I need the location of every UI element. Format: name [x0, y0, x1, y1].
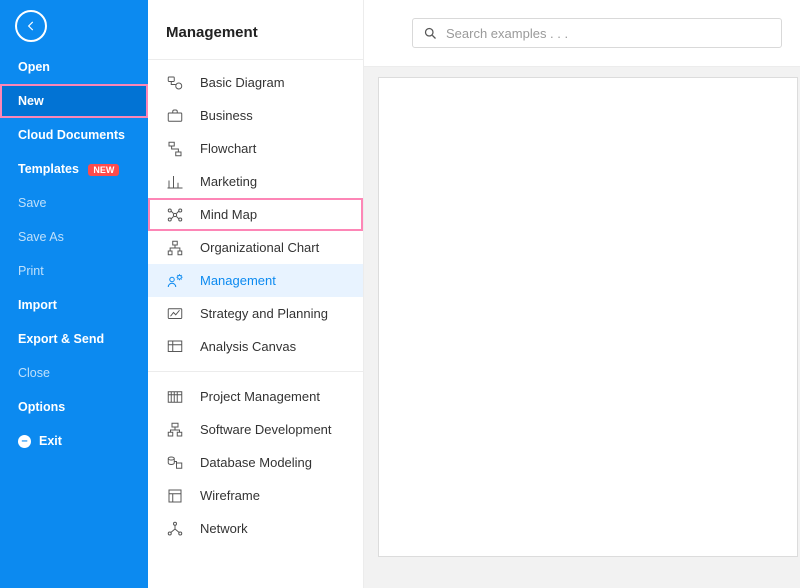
category-item-database-modeling[interactable]: Database Modeling [148, 446, 363, 479]
wireframe-icon [166, 487, 184, 505]
preview-canvas[interactable] [378, 77, 798, 557]
category-item-marketing[interactable]: Marketing [148, 165, 363, 198]
category-item-flowchart[interactable]: Flowchart [148, 132, 363, 165]
category-heading: Management [148, 0, 363, 60]
category-label: Business [200, 108, 253, 123]
canvas-icon [166, 338, 184, 356]
sidebar-item-open[interactable]: Open [0, 50, 148, 84]
sidebar-item-print[interactable]: Print [0, 254, 148, 288]
sidebar-item-new[interactable]: New [0, 84, 148, 118]
category-label: Organizational Chart [200, 240, 319, 255]
category-label: Project Management [200, 389, 320, 404]
category-item-strategy[interactable]: Strategy and Planning [148, 297, 363, 330]
briefcase-icon [166, 107, 184, 125]
back-button[interactable] [15, 10, 47, 42]
category-item-management[interactable]: Management [148, 264, 363, 297]
category-label: Network [200, 521, 248, 536]
category-label: Database Modeling [200, 455, 312, 470]
sidebar-item-cloud-documents[interactable]: Cloud Documents [0, 118, 148, 152]
category-label: Wireframe [200, 488, 260, 503]
org-chart-icon [166, 239, 184, 257]
preview-area [364, 67, 800, 588]
category-item-business[interactable]: Business [148, 99, 363, 132]
category-item-mind-map[interactable]: Mind Map [148, 198, 363, 231]
sidebar-item-label: Exit [39, 434, 62, 448]
category-item-org-chart[interactable]: Organizational Chart [148, 231, 363, 264]
category-label: Strategy and Planning [200, 306, 328, 321]
category-label: Analysis Canvas [200, 339, 296, 354]
sidebar-item-options[interactable]: Options [0, 390, 148, 424]
search-box[interactable] [412, 18, 782, 48]
content-area [364, 0, 800, 588]
category-label: Software Development [200, 422, 332, 437]
category-item-wireframe[interactable]: Wireframe [148, 479, 363, 512]
category-list: Basic Diagram Business Flowchart Marketi… [148, 60, 363, 588]
category-label: Basic Diagram [200, 75, 285, 90]
file-sidebar: Open New Cloud Documents Templates NEW S… [0, 0, 148, 588]
software-icon [166, 421, 184, 439]
new-badge: NEW [88, 164, 119, 176]
basic-diagram-icon [166, 74, 184, 92]
category-item-analysis-canvas[interactable]: Analysis Canvas [148, 330, 363, 363]
category-item-project-management[interactable]: Project Management [148, 380, 363, 413]
management-icon [166, 272, 184, 290]
sidebar-item-label: Templates [18, 162, 79, 176]
search-input[interactable] [446, 26, 781, 41]
search-icon [423, 26, 438, 41]
category-label: Management [200, 273, 276, 288]
back-arrow-icon [24, 19, 38, 33]
category-label: Marketing [200, 174, 257, 189]
sidebar-item-close[interactable]: Close [0, 356, 148, 390]
bar-chart-icon [166, 173, 184, 191]
sidebar-item-save[interactable]: Save [0, 186, 148, 220]
exit-icon: – [18, 435, 31, 448]
category-divider [148, 371, 363, 372]
sidebar-item-save-as[interactable]: Save As [0, 220, 148, 254]
sidebar-item-exit[interactable]: – Exit [0, 424, 148, 458]
category-item-basic-diagram[interactable]: Basic Diagram [148, 66, 363, 99]
category-item-network[interactable]: Network [148, 512, 363, 545]
search-row [364, 0, 800, 67]
category-item-software-development[interactable]: Software Development [148, 413, 363, 446]
category-panel: Management Basic Diagram Business Flowch… [148, 0, 364, 588]
category-label: Mind Map [200, 207, 257, 222]
strategy-icon [166, 305, 184, 323]
project-icon [166, 388, 184, 406]
network-icon [166, 520, 184, 538]
sidebar-item-export-send[interactable]: Export & Send [0, 322, 148, 356]
sidebar-item-import[interactable]: Import [0, 288, 148, 322]
category-label: Flowchart [200, 141, 256, 156]
mind-map-icon [166, 206, 184, 224]
flowchart-icon [166, 140, 184, 158]
sidebar-item-templates[interactable]: Templates NEW [0, 152, 148, 186]
database-icon [166, 454, 184, 472]
